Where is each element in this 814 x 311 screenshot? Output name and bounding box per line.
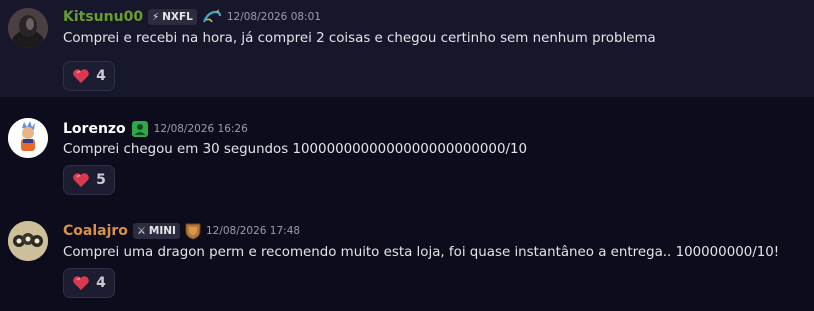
message-header: Kitsunu00 ⚡ NXFL 12/08/2026 08:01 (63, 8, 321, 26)
message-header: Coalajro ⚔ MINI 12/08/2026 17:48 (63, 222, 300, 240)
reaction-button[interactable]: 5 (63, 165, 115, 195)
username[interactable]: Lorenzo (63, 121, 126, 137)
reaction-count: 4 (96, 68, 106, 84)
swords-icon: ⚔ (136, 225, 146, 237)
avatar[interactable] (8, 221, 48, 261)
reaction-count: 5 (96, 172, 106, 188)
avatar[interactable] (8, 8, 48, 48)
timestamp[interactable]: 12/08/2026 17:48 (206, 225, 300, 237)
timestamp[interactable]: 12/08/2026 16:26 (154, 123, 248, 135)
reaction-button[interactable]: 4 (63, 268, 115, 298)
message-text: Comprei chegou em 30 segundos 1000000000… (63, 142, 528, 157)
dragon-icon[interactable] (202, 8, 222, 26)
message-header: Lorenzo 12/08/2026 16:26 (63, 120, 248, 138)
heart-icon (73, 69, 89, 83)
reaction-button[interactable]: 4 (63, 61, 115, 91)
username[interactable]: Coalajro (63, 223, 128, 239)
user-tag[interactable]: ⚡ NXFL (148, 9, 197, 25)
message-item: Kitsunu00 ⚡ NXFL 12/08/2026 08:01 Compre… (0, 0, 814, 97)
tag-label: NXFL (162, 11, 193, 23)
heart-icon (73, 173, 89, 187)
bronze-shield-icon[interactable] (185, 222, 201, 240)
message-text: Comprei uma dragon perm e recomendo muit… (63, 245, 780, 260)
message-item: Lorenzo 12/08/2026 16:26 Comprei chegou … (0, 106, 814, 201)
lightning-icon: ⚡ (152, 11, 160, 23)
tag-label: MINI (148, 225, 176, 237)
heart-icon (73, 276, 89, 290)
username[interactable]: Kitsunu00 (63, 9, 143, 25)
message-text: Comprei e recebi na hora, já comprei 2 c… (63, 31, 656, 46)
message-item: Coalajro ⚔ MINI 12/08/2026 17:48 Comprei… (0, 205, 814, 311)
user-tag[interactable]: ⚔ MINI (132, 223, 180, 239)
green-user-badge-icon[interactable] (131, 120, 149, 138)
reaction-count: 4 (96, 275, 106, 291)
avatar[interactable] (8, 118, 48, 158)
timestamp[interactable]: 12/08/2026 08:01 (227, 11, 321, 23)
